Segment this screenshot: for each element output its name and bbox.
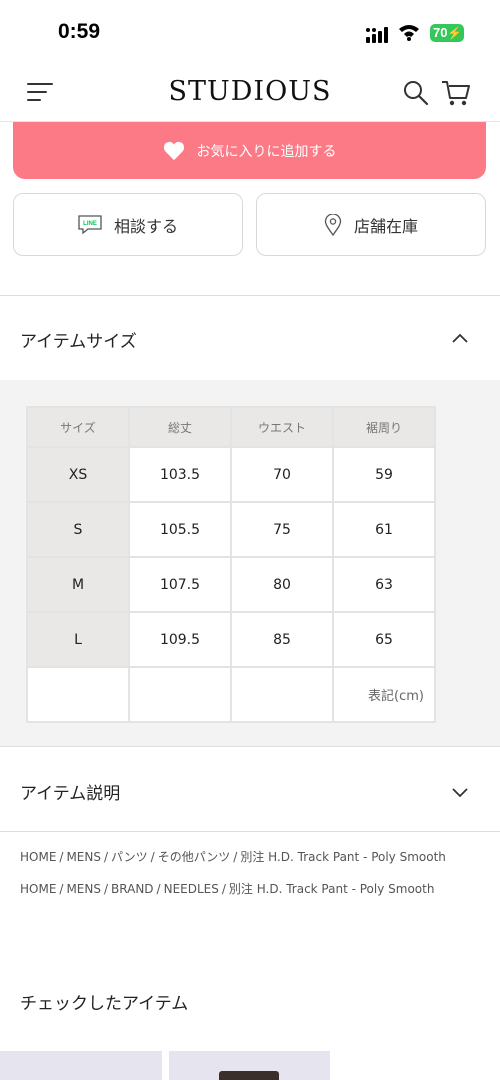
table-row: S 105.5 75 61 (26, 501, 436, 558)
signal-icon (366, 27, 388, 43)
table-row: 表記(cm) (26, 666, 436, 723)
table-row: XS 103.5 70 59 (26, 446, 436, 503)
table-header-row: サイズ 総丈 ウエスト 裾周り (26, 406, 436, 448)
table-row: M 107.5 80 63 (26, 556, 436, 613)
hem-cell: 63 (332, 556, 436, 613)
breadcrumb-link[interactable]: HOME (20, 850, 56, 864)
chevron-down-icon[interactable] (450, 782, 470, 802)
breadcrumb: HOME / MENS / BRAND / NEEDLES / 別注 H.D. Track Pa… (20, 882, 435, 896)
breadcrumb: HOME / MENS / パンツ / その他パンツ / 別注 H.D. Track Pant … (20, 850, 446, 864)
size-cell: S (26, 501, 130, 558)
size-table: サイズ 総丈 ウエスト 裾周り XS 103.5 70 59 S 105.5 7… (26, 406, 436, 723)
site-header: STUDIOUS (0, 64, 500, 122)
waist-cell: 70 (230, 446, 334, 503)
consult-button[interactable]: LINE 相談する (13, 193, 243, 256)
breadcrumb-current: 別注 H.D. Track Pant - Poly Smooth (240, 850, 446, 864)
battery-level: 70 (433, 25, 448, 40)
empty-cell (128, 666, 232, 723)
column-header: サイズ (26, 406, 130, 448)
chevron-up-icon[interactable] (450, 329, 470, 349)
divider (0, 746, 500, 747)
search-icon[interactable] (403, 80, 429, 106)
add-to-favorites-button[interactable]: お気に入りに追加する (13, 122, 486, 179)
length-cell: 103.5 (128, 446, 232, 503)
empty-cell (230, 666, 334, 723)
table-row: L 109.5 85 65 (26, 611, 436, 668)
length-cell: 107.5 (128, 556, 232, 613)
breadcrumb-link[interactable]: BRAND (111, 882, 154, 896)
length-cell: 105.5 (128, 501, 232, 558)
status-time: 0:59 (58, 20, 101, 43)
consult-label: 相談する (113, 216, 178, 236)
breadcrumb-link[interactable]: NEEDLES (164, 882, 219, 896)
hem-cell: 65 (332, 611, 436, 668)
size-cell: L (26, 611, 130, 668)
heart-icon (163, 141, 184, 160)
length-cell: 109.5 (128, 611, 232, 668)
breadcrumb-link[interactable]: MENS (66, 882, 101, 896)
empty-cell (26, 666, 130, 723)
breadcrumb-link[interactable]: HOME (20, 882, 56, 896)
line-icon-text: LINE (83, 221, 97, 227)
column-header: 総丈 (128, 406, 232, 448)
divider (0, 831, 500, 832)
checked-items-title: チェックしたアイテム (20, 994, 189, 1014)
hem-cell: 59 (332, 446, 436, 503)
column-header: 裾周り (332, 406, 436, 448)
size-table-area: サイズ 総丈 ウエスト 裾周り XS 103.5 70 59 S 105.5 7… (0, 380, 500, 746)
hem-cell: 61 (332, 501, 436, 558)
checked-item-thumbnail[interactable] (169, 1051, 330, 1080)
line-chat-icon: LINE (78, 214, 102, 234)
store-stock-button[interactable]: 店舗在庫 (256, 193, 486, 256)
store-stock-label: 店舗在庫 (353, 216, 418, 236)
location-pin-icon (324, 213, 342, 236)
description-section-title[interactable]: アイテム説明 (20, 779, 120, 804)
breadcrumb-link[interactable]: パンツ (111, 850, 148, 864)
size-section-title[interactable]: アイテムサイズ (20, 327, 137, 352)
waist-cell: 75 (230, 501, 334, 558)
unit-note: 表記(cm) (332, 666, 436, 723)
divider (0, 295, 500, 296)
cart-icon[interactable] (441, 79, 471, 107)
breadcrumb-link[interactable]: その他パンツ (158, 850, 231, 864)
wifi-icon (399, 25, 419, 41)
add-to-favorites-label: お気に入りに追加する (196, 143, 337, 160)
battery-indicator: 70 ⚡ (430, 24, 464, 42)
charging-bolt-icon: ⚡ (447, 26, 462, 40)
column-header: ウエスト (230, 406, 334, 448)
size-cell: M (26, 556, 130, 613)
waist-cell: 80 (230, 556, 334, 613)
waist-cell: 85 (230, 611, 334, 668)
size-cell: XS (26, 446, 130, 503)
status-bar: 0:59 70 ⚡ (0, 0, 500, 64)
breadcrumb-link[interactable]: MENS (66, 850, 101, 864)
breadcrumb-current: 別注 H.D. Track Pant - Poly Smooth (228, 882, 435, 896)
checked-item-thumbnail[interactable] (0, 1051, 162, 1080)
